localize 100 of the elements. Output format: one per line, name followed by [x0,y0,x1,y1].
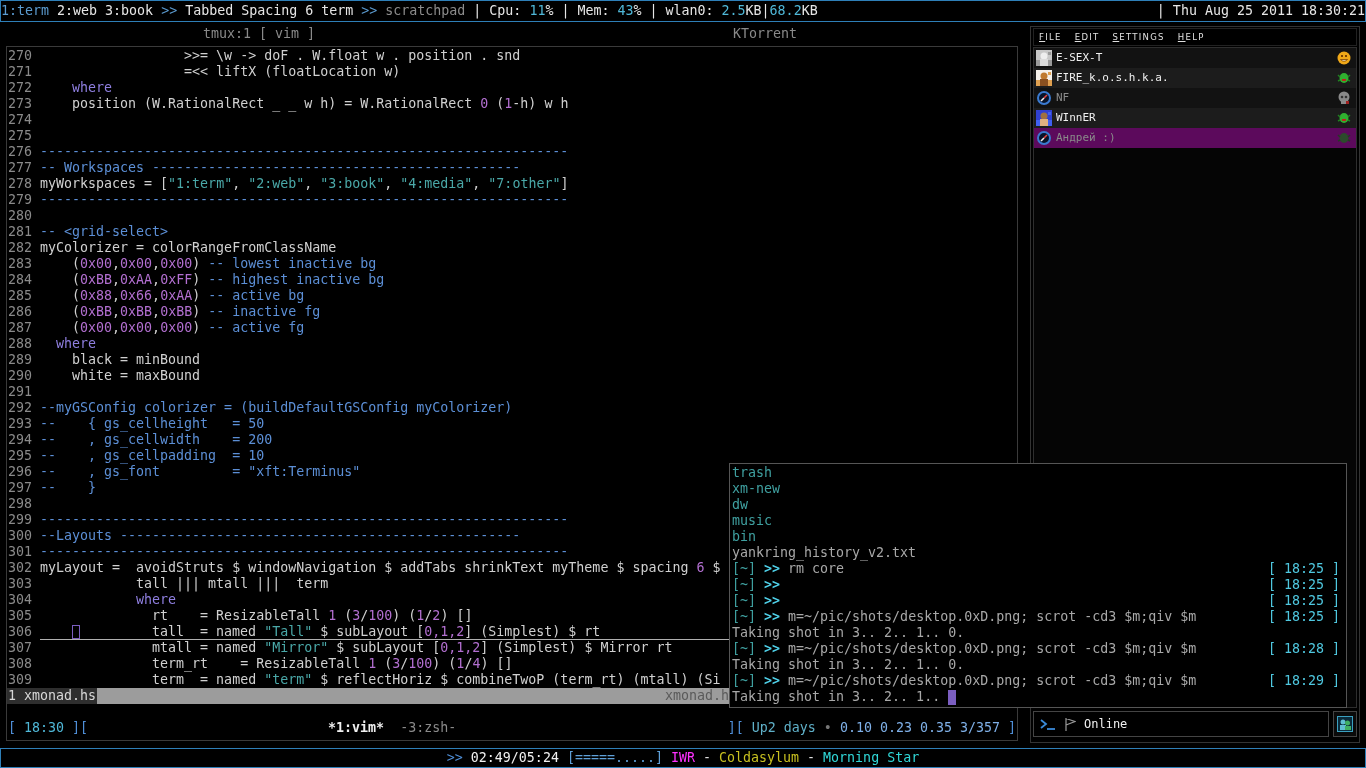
code-line: tall = named "Tall" $ subLayout [0,1,2] (Simplest) $ rt [151,624,601,640]
code-line: =<< liftX (floatLocation w) [183,64,401,80]
contact-row[interactable]: E-SEX-T [1034,48,1356,68]
window-tab[interactable]: tmux:1 [ vim ] [202,26,316,42]
workspace-tab[interactable]: 2:web [57,3,98,19]
buffer-tab[interactable]: 1 xmonad.hs [7,688,98,704]
flag-icon [1064,717,1076,731]
line-number: 297 [7,480,34,496]
line-number: 298 [7,496,34,512]
text-cursor [72,625,80,639]
code-line: rt = ResizableTall 1 (3/100) (1/2) [] [151,608,473,624]
contact-row[interactable]: WInnER [1034,108,1356,128]
contact-name: E-SEX-T [1056,50,1104,66]
contact-row[interactable]: NF [1034,88,1356,108]
code-line: -- <grid-select> [40,224,169,240]
line-number: 278 [7,176,34,192]
prompt-arrow: >> [764,561,781,577]
workspace-tab[interactable]: 1:term [1,3,50,19]
separator-text: >> [161,3,178,19]
now-playing: >> 02:49/05:24 [=====.....] IWR - Coldasylum - Morning Star [446,750,920,766]
code-line: -- { gs_cellheight = 50 [40,416,265,432]
system-stats: | Cpu: 11% | Mem: 43% | wlan0: 2.5KB|68.2KB [473,3,818,19]
window-tab[interactable]: KTorrent [732,26,797,42]
code-line: (0x88,0x66,0xAA) -- active bg [71,288,305,304]
code-line: black = minBound [71,352,201,368]
window-tab[interactable]: *1:vim* [328,720,385,736]
line-number: 290 [7,368,34,384]
line-number: 301 [7,544,34,560]
menu-item[interactable]: HELP [1177,29,1205,45]
line-number: 287 [7,320,34,336]
line-number: 296 [7,464,34,480]
code-line: ------------------------------------------------------------------ [40,192,569,208]
line-number: 295 [7,448,34,464]
code-line: where [135,592,177,608]
contacts-button[interactable] [1333,711,1357,737]
contact-name: NF [1056,90,1071,106]
line-number: 280 [7,208,34,224]
code-line: myLayout = avoidStruts $ windowNavigation $ addTabs shrinkText myTheme $ spacing 6 $ [40,560,721,576]
people-icon [1337,716,1353,732]
prompt-text: [~] [732,593,757,609]
line-number: 305 [7,608,34,624]
clock-text: | Thu Aug 25 2011 18:30:21 [1156,3,1365,19]
menu-item[interactable]: SETTINGS [1112,29,1165,45]
command-text: m=~/pic/shots/desktop.0xD.png; scrot -cd3 $m;qiv $m [788,609,1197,625]
line-number: 302 [7,560,34,576]
line-number: 299 [7,512,34,528]
line-number: 279 [7,192,34,208]
line-number: 274 [7,112,34,128]
prompt-arrow: >> [764,641,781,657]
code-line: >>= \w -> doF . W.float w . position . snd [183,48,521,64]
directory-name: dw [732,497,748,513]
line-number: 300 [7,528,34,544]
code-line: -- , gs_cellwidth = 200 [40,432,273,448]
line-number: 284 [7,272,34,288]
workspace-tab[interactable]: scratchpad [385,3,466,19]
prompt-text: [~] [732,577,757,593]
prompt-arrow: >> [764,609,781,625]
time-text: [ 18:29 ] [1267,673,1340,689]
directory-name: xm-new [732,481,781,497]
prompt-arrow: >> [764,673,781,689]
output-line: Taking shot in 3.. 2.. 1.. 0. [732,657,965,673]
prompt-text: [~] [732,673,757,689]
code-line: position (W.RationalRect _ _ w h) = W.RationalRect 0 (1-h) w h [71,96,569,112]
code-line: where [55,336,97,352]
line-number: 285 [7,288,34,304]
workspace-tab[interactable]: 3:book [105,3,154,19]
code-line: white = maxBound [71,368,201,384]
line-number: 309 [7,672,34,688]
menu-item[interactable]: FILE [1039,29,1062,45]
output-line: Taking shot in 3.. 2.. 1.. [732,689,941,705]
code-line: where [71,80,113,96]
code-line: -- } [40,480,97,496]
contact-row[interactable]: FIRE_k.o.s.h.k.a. [1034,68,1356,88]
line-number: 286 [7,304,34,320]
contact-name: Андрей :) [1056,130,1117,146]
code-line: ------------------------------------------------------------------ [40,144,569,160]
file-name: yankring_history_v2.txt [732,545,917,561]
code-line: tall ||| mtall ||| term [135,576,329,592]
menu-item[interactable]: EDIT [1074,29,1100,45]
line-number: 304 [7,592,34,608]
line-number: 306 [7,624,34,640]
code-line: --Layouts -------------------------------------------------- [40,528,521,544]
directory-name: trash [732,465,773,481]
time-text: [ 18:25 ] [1267,561,1340,577]
prompt-arrow: >> [764,593,781,609]
code-line: ------------------------------------------------------------------ [40,544,569,560]
contact-row[interactable]: Андрей :) [1034,128,1356,148]
status-selector[interactable]: Online [1033,711,1329,737]
terminal-icon [1040,718,1056,730]
code-line: -- , gs_font = "xft:Terminus" [40,464,361,480]
system-info: ][ Up2 days • 0.10 0.23 0.35 3/357 ] [727,720,1016,736]
code-line: (0xBB,0xBB,0xBB) -- inactive fg [71,304,321,320]
code-line: ------------------------------------------------------------------ [40,512,569,528]
line-number: 294 [7,432,34,448]
separator-text: >> [361,3,378,19]
line-number: 288 [7,336,34,352]
line-number: 292 [7,400,34,416]
window-tab[interactable]: -3:zsh- [400,720,457,736]
line-number: 271 [7,64,34,80]
line-number: 276 [7,144,34,160]
